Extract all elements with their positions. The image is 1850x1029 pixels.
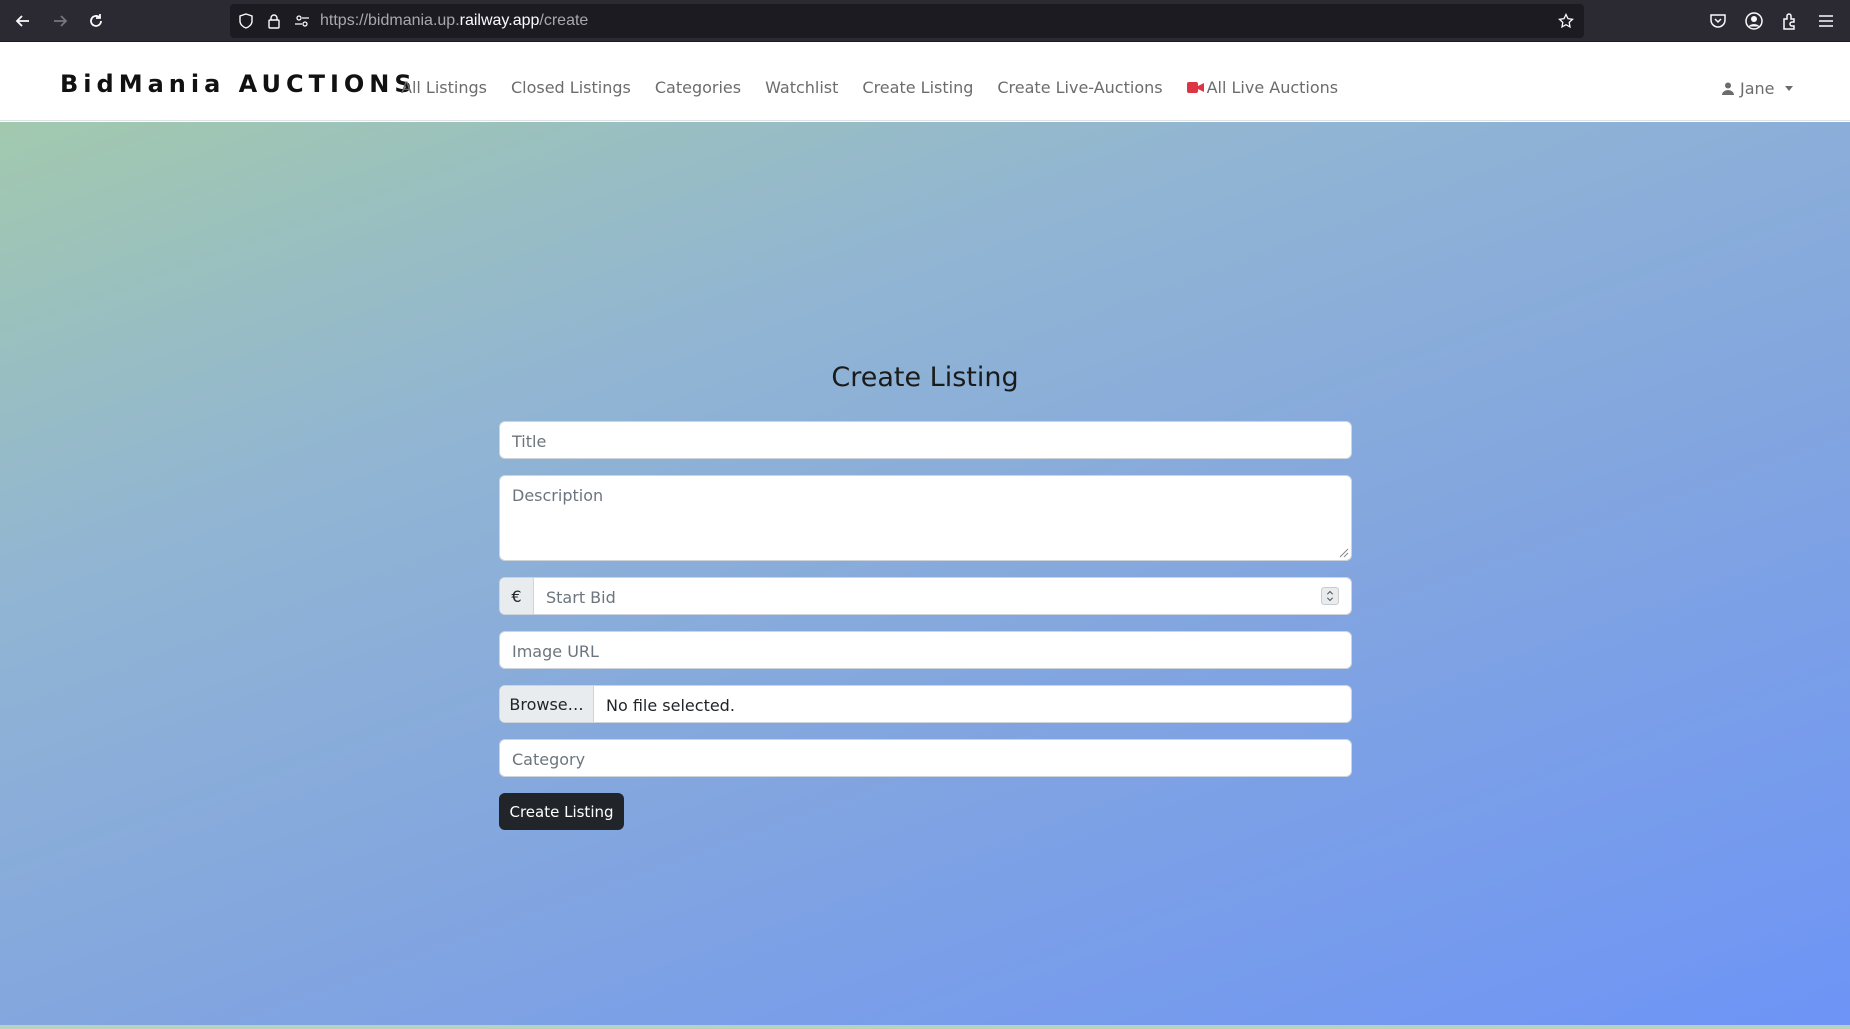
reload-icon (90, 14, 102, 27)
chevron-down-icon (1784, 86, 1793, 91)
category-placeholder: Category (512, 750, 586, 769)
back-arrow-icon (15, 15, 29, 27)
video-camera-icon (1186, 82, 1204, 93)
nav-categories[interactable]: Categories (655, 78, 741, 97)
reload-button[interactable] (84, 9, 108, 33)
file-upload-input[interactable]: Browse… No file selected. (499, 685, 1352, 723)
start-bid-placeholder[interactable]: Start Bid (546, 588, 616, 607)
nav-all-live-auctions[interactable]: All Live Auctions (1186, 78, 1339, 97)
nav-create-listing[interactable]: Create Listing (862, 78, 973, 97)
nav-all-live-auctions-label: All Live Auctions (1206, 78, 1339, 97)
title-input[interactable]: Title (499, 421, 1352, 459)
url-text: https://bidmania.up.railway.app/create (320, 12, 589, 29)
user-dropdown[interactable]: Jane (1722, 79, 1793, 98)
browser-toolbar: https://bidmania.up.railway.app/create (0, 0, 1850, 42)
main-content: Create Listing Title Description € Start… (0, 122, 1850, 1029)
menu-icon[interactable] (1816, 11, 1836, 31)
resize-grip-icon[interactable] (1339, 548, 1349, 558)
extensions-icon[interactable] (1780, 11, 1800, 31)
site-navbar: BidMania AUCTIONS All Listings Closed Li… (0, 42, 1850, 121)
nav-watchlist[interactable]: Watchlist (765, 78, 838, 97)
description-placeholder: Description (512, 486, 604, 505)
forward-arrow-icon (54, 15, 68, 27)
page-title: Create Listing (831, 362, 1019, 393)
account-icon[interactable] (1744, 11, 1764, 31)
start-bid-input-group: € Start Bid (499, 577, 1352, 615)
description-textarea[interactable]: Description (499, 475, 1352, 561)
shield-icon[interactable] (238, 13, 254, 29)
forward-button[interactable] (48, 9, 72, 33)
nav-all-listings[interactable]: All Listings (401, 78, 487, 97)
site-permissions-icon[interactable] (294, 13, 310, 29)
category-input[interactable]: Category (499, 739, 1352, 777)
title-placeholder: Title (512, 432, 547, 451)
nav-links: All Listings Closed Listings Categories … (401, 78, 1362, 97)
lock-icon[interactable] (266, 13, 282, 29)
nav-closed-listings[interactable]: Closed Listings (511, 78, 631, 97)
file-status: No file selected. (606, 696, 735, 715)
pocket-icon[interactable] (1708, 11, 1728, 31)
browse-button[interactable]: Browse… (500, 686, 594, 722)
image-url-placeholder: Image URL (512, 642, 599, 661)
image-url-input[interactable]: Image URL (499, 631, 1352, 669)
number-spinner-icon[interactable] (1321, 587, 1339, 605)
address-bar[interactable]: https://bidmania.up.railway.app/create (230, 4, 1584, 38)
bottom-divider (0, 1025, 1850, 1029)
brand-logo[interactable]: BidMania AUCTIONS (60, 70, 417, 98)
bookmark-star-icon[interactable] (1558, 13, 1574, 29)
create-listing-button[interactable]: Create Listing (499, 793, 624, 830)
nav-create-live-auctions[interactable]: Create Live-Auctions (997, 78, 1162, 97)
user-icon (1722, 82, 1734, 95)
back-button[interactable] (11, 9, 35, 33)
currency-addon: € (500, 578, 534, 614)
user-name: Jane (1740, 79, 1775, 98)
